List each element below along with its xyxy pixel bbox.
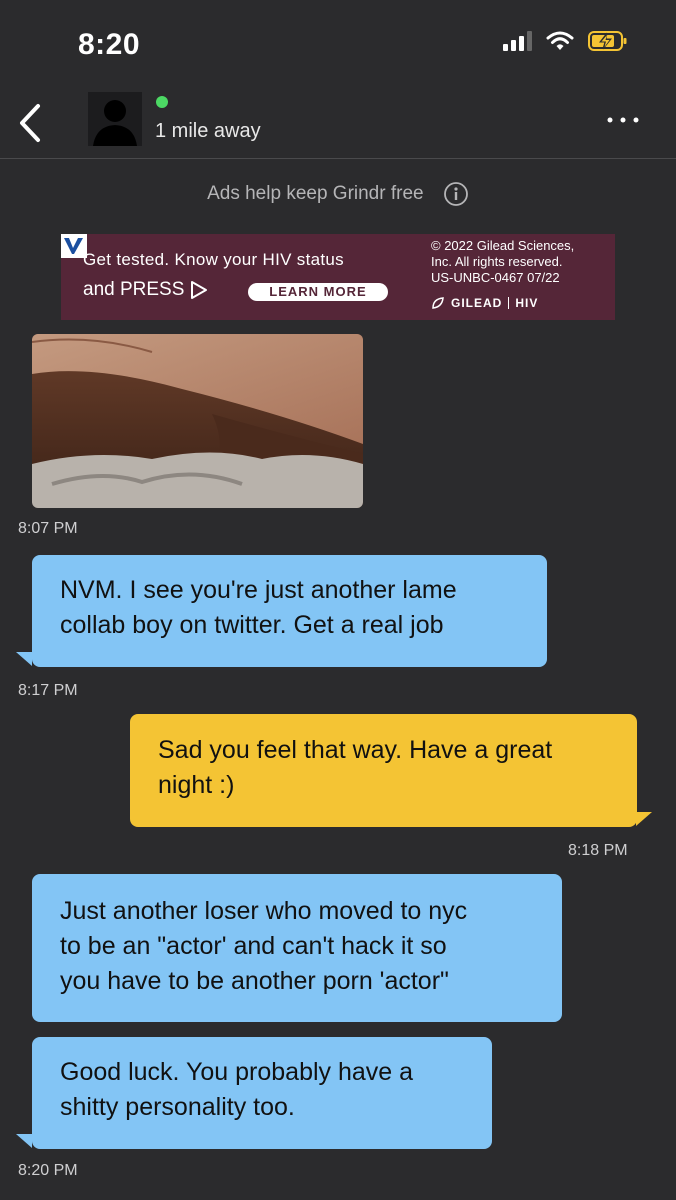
message-line: NVM. I see you're just another lame [60,576,457,604]
ad-copyright-line: Inc. All rights reserved. [431,254,563,269]
info-icon[interactable] [443,181,469,207]
message-line: you have to be another porn 'actor" [60,967,449,995]
message-line: Sad you feel that way. Have a great [158,736,553,764]
status-bar: 8:20 [0,0,676,92]
back-chevron-icon[interactable] [12,100,52,146]
ad-learn-more-button[interactable]: LEARN MORE [248,283,388,301]
message-timestamp: 8:17 PM [18,682,78,699]
outgoing-message-bubble[interactable]: Sad you feel that way. Have a great nigh… [130,714,637,827]
cellular-signal-icon [503,31,532,51]
ad-copyright: © 2022 Gilead Sciences, Inc. All rights … [431,238,574,286]
message-line: Just another loser who moved to nyc [60,897,468,925]
status-icons [503,30,628,52]
incoming-message-bubble[interactable]: Good luck. You probably have a shitty pe… [32,1037,492,1149]
ads-notice: Ads help keep Grindr free [0,181,676,207]
bubble-tail [16,652,32,666]
bubble-tail [16,1134,32,1148]
incoming-message-bubble[interactable]: Just another loser who moved to nyc to b… [32,874,562,1022]
battery-charging-icon [588,31,627,51]
message-line: shitty personality too. [60,1093,295,1121]
play-outline-icon [191,281,208,299]
message-timestamp: 8:18 PM [568,842,628,859]
message-line: collab boy on twitter. Get a real job [60,611,444,639]
incoming-message-bubble[interactable]: NVM. I see you're just another lame coll… [32,555,547,667]
message-line: Good luck. You probably have a [60,1058,414,1086]
ad-copyright-line: © 2022 Gilead Sciences, [431,238,575,253]
message-line: night :) [158,771,235,799]
ad-press-text: and PRESS [83,279,185,300]
more-options-icon[interactable] [604,110,644,130]
ad-copyright-line: US-UNBC-0467 07/22 [431,270,560,285]
message-timestamp: 8:20 PM [18,1162,78,1179]
ad-press-line: and PRESS [83,279,208,301]
default-avatar-icon [93,100,137,146]
ad-brand-tag: HIV [515,296,539,310]
ad-headline: Get tested. Know your HIV status [83,250,344,269]
profile-distance: 1 mile away [155,120,261,142]
chat-header: 1 mile away [0,92,676,159]
message-timestamp: 8:07 PM [18,520,78,537]
bubble-tail [636,812,652,826]
profile-avatar[interactable] [88,92,142,146]
ad-brand: GILEAD HIV [431,296,538,310]
online-status-dot [156,96,168,108]
gilead-leaf-icon [432,297,444,309]
ad-brand-divider [508,297,510,309]
status-time: 8:20 [78,28,141,61]
wifi-icon [546,31,574,50]
photo-message[interactable] [32,334,363,508]
message-line: to be an "actor' and can't hack it so [60,932,447,960]
ad-banner[interactable]: Get tested. Know your HIV status and PRE… [61,234,615,320]
photo-image [32,334,363,508]
ads-notice-text: Ads help keep Grindr free [207,183,424,204]
ad-brand-name: GILEAD [451,296,503,310]
